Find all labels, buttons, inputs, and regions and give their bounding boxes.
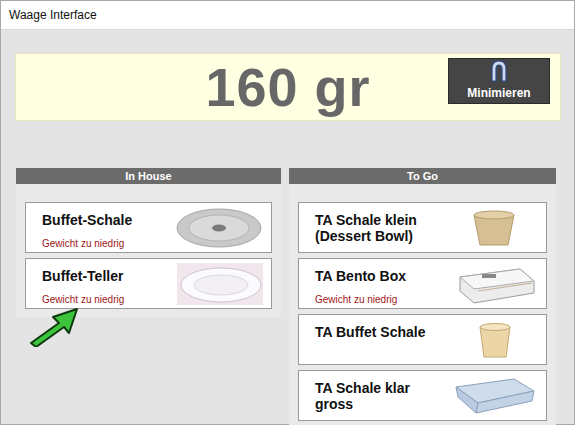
weight-warning: Gewicht zu niedrig	[42, 294, 124, 305]
container-card[interactable]: Buffet-Schale Gewicht zu niedrig	[25, 202, 272, 253]
window-title: Waage Interface	[9, 8, 97, 22]
card-text: TA Bento Box Gewicht zu niedrig	[315, 263, 406, 305]
section-header: In House	[16, 168, 281, 184]
sections: In HouseBuffet-SchaleGewicht zu niedrigB…	[15, 168, 561, 425]
minimize-button[interactable]: Minimieren	[448, 58, 550, 104]
weight-warning: Gewicht zu niedrig	[315, 294, 406, 305]
card-text: TA Buffet Schale	[315, 319, 425, 361]
minimize-icon	[488, 59, 510, 86]
item-list: TA Schale klein (Dessert Bowl) TA Bento B…	[289, 184, 556, 425]
weight-warning: Gewicht zu niedrig	[42, 238, 132, 249]
bowl-icon	[448, 207, 540, 249]
container-card[interactable]: TA Schale klein (Dessert Bowl)	[298, 202, 547, 253]
content-area: 160 grMinimieren In House Buffet-Schale Gew…	[1, 30, 574, 425]
card-text: TA Schale klein (Dessert Bowl)	[315, 207, 448, 249]
plate-icon	[173, 263, 265, 305]
container-name: TA Schale klar gross	[315, 380, 448, 412]
container-name: TA Schale klein (Dessert Bowl)	[315, 212, 448, 244]
scale-window: Waage Interface 160 grMinimieren In House B…	[0, 0, 575, 425]
card-text: TA Schale klar gross	[315, 375, 448, 417]
container-card[interactable]: TA Schale klar gross	[298, 370, 547, 421]
title-bar: Waage Interface	[1, 1, 574, 30]
cup-icon	[448, 319, 540, 361]
container-card[interactable]: Buffet-Teller Gewicht zu niedrig	[25, 258, 272, 309]
tray-icon	[448, 375, 540, 417]
item-list: Buffet-SchaleGewicht zu niedrigBuffet-Te…	[16, 184, 281, 317]
container-card[interactable]: TA Bento Box Gewicht zu niedrig	[298, 258, 547, 309]
minimize-label: Minimieren	[467, 86, 530, 100]
container-name: TA Bento Box	[315, 268, 406, 284]
section-column: In HouseBuffet-SchaleGewicht zu niedrigB…	[16, 168, 281, 425]
container-name: Buffet-Teller	[42, 268, 124, 284]
bento-icon	[448, 263, 540, 305]
section-column: To Go TA Schale klein (Dessert Bowl) TA Be…	[289, 168, 556, 425]
card-text: Buffet-Teller Gewicht zu niedrig	[42, 263, 124, 305]
container-name: TA Buffet Schale	[315, 324, 425, 340]
section-header: To Go	[289, 168, 556, 184]
card-text: Buffet-Schale Gewicht zu niedrig	[42, 207, 132, 249]
arrow-icon	[25, 303, 83, 347]
container-name: Buffet-Schale	[42, 212, 132, 228]
container-card[interactable]: TA Buffet Schale	[298, 314, 547, 365]
dish-icon	[173, 207, 265, 249]
weight-display: 160 grMinimieren	[15, 53, 561, 121]
